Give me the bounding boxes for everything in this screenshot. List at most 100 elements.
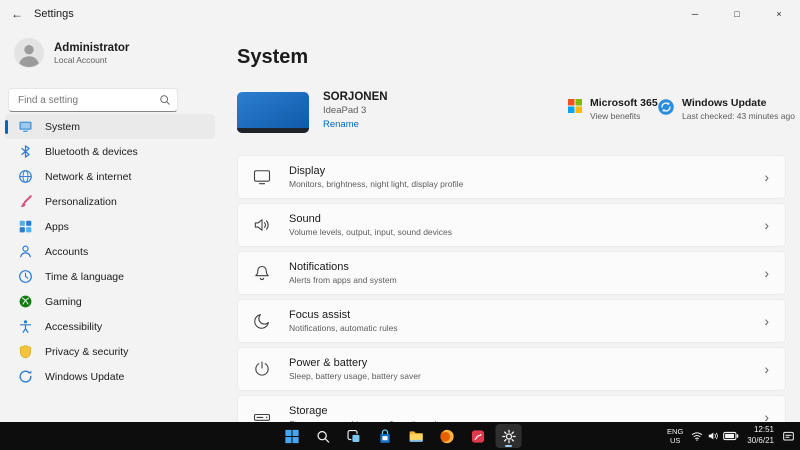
system-tray: ENG US 12:51 30/6/21 (667, 422, 795, 450)
sidebar: Administrator Local Account System Bluet… (0, 28, 225, 422)
chevron-right-icon: › (764, 217, 769, 233)
sidebar-item-label: Accounts (45, 245, 89, 258)
notification-center-button[interactable] (782, 430, 795, 443)
promo-title: Microsoft 365 (590, 97, 658, 109)
search-input[interactable] (8, 88, 178, 112)
view-benefits-link[interactable]: View benefits (590, 111, 658, 121)
sidebar-item-windows-update[interactable]: Windows Update (5, 364, 215, 389)
card-title: Display (289, 165, 326, 177)
card-focus-assist[interactable]: Focus assist Notifications, automatic ru… (237, 299, 786, 343)
language-indicator[interactable]: ENG US (667, 427, 683, 446)
sidebar-item-network-internet[interactable]: Network & internet (5, 164, 215, 189)
card-title: Sound (289, 213, 321, 225)
display-icon (252, 167, 272, 187)
sidebar-item-accessibility[interactable]: Accessibility (5, 314, 215, 339)
pinned-app-button[interactable] (465, 424, 491, 448)
device-name: SORJONEN (323, 91, 388, 103)
microsoft-logo-icon (567, 98, 583, 114)
apps-grid-icon (18, 219, 33, 234)
sidebar-item-label: Privacy & security (45, 345, 129, 358)
card-sound[interactable]: Sound Volume levels, output, input, soun… (237, 203, 786, 247)
bluetooth-icon (18, 144, 33, 159)
selection-indicator (5, 119, 8, 134)
account-header[interactable]: Administrator Local Account (14, 38, 129, 68)
sidebar-item-gaming[interactable]: Gaming (5, 289, 215, 314)
card-storage[interactable]: Storage Storage space, drives, configura… (237, 395, 786, 422)
main-content: System SORJONEN IdeaPad 3 Rename Microso… (225, 28, 800, 422)
power-icon (252, 359, 272, 379)
windows-update-badge-icon (657, 98, 675, 116)
task-view-icon (345, 428, 362, 445)
update-icon (18, 369, 33, 384)
card-display[interactable]: Display Monitors, brightness, night ligh… (237, 155, 786, 199)
avatar (14, 38, 44, 68)
file-explorer-button[interactable] (403, 424, 429, 448)
drive-icon (252, 407, 272, 422)
tray-status-button[interactable] (691, 430, 739, 442)
card-title: Focus assist (289, 309, 351, 321)
brush-icon (18, 194, 33, 209)
date-text: 30/6/21 (747, 436, 774, 445)
windows-update-promo[interactable]: Windows Update Last checked: 43 minutes … (657, 97, 795, 121)
sidebar-item-system[interactable]: System (5, 114, 215, 139)
window-controls: ─ □ × (674, 0, 800, 28)
chevron-right-icon: › (764, 169, 769, 185)
account-type: Local Account (54, 54, 107, 65)
taskbar-search-button[interactable] (310, 424, 336, 448)
wifi-icon (691, 430, 703, 442)
chevron-right-icon: › (764, 265, 769, 281)
sidebar-item-personalization[interactable]: Personalization (5, 189, 215, 214)
sidebar-item-apps[interactable]: Apps (5, 214, 215, 239)
card-subtitle: Sleep, battery usage, battery saver (289, 371, 421, 381)
maximize-button[interactable]: □ (716, 0, 758, 28)
back-button[interactable]: ← (0, 7, 34, 21)
monitor-icon (18, 119, 33, 134)
start-button[interactable] (279, 424, 305, 448)
taskbar: ENG US 12:51 30/6/21 (0, 422, 800, 450)
sidebar-item-label: Gaming (45, 295, 82, 308)
sidebar-item-label: Apps (45, 220, 69, 233)
sidebar-item-privacy-security[interactable]: Privacy & security (5, 339, 215, 364)
rename-link[interactable]: Rename (323, 119, 388, 130)
sidebar-item-label: Accessibility (45, 320, 103, 333)
sidebar-item-label: Personalization (45, 195, 117, 208)
card-notifications[interactable]: Notifications Alerts from apps and syste… (237, 251, 786, 295)
store-button[interactable] (372, 424, 398, 448)
search-box (8, 88, 178, 112)
sidebar-item-label: Windows Update (45, 370, 125, 383)
sidebar-item-accounts[interactable]: Accounts (5, 239, 215, 264)
close-button[interactable]: × (758, 0, 800, 28)
time-text: 12:51 (753, 425, 774, 435)
search-icon (314, 428, 331, 445)
sidebar-item-label: System (45, 120, 81, 133)
language-code: ENG (667, 426, 684, 436)
minimize-button[interactable]: ─ (674, 0, 716, 28)
sidebar-item-time-language[interactable]: Time & language (5, 264, 215, 289)
chevron-right-icon: › (764, 409, 769, 422)
clock[interactable]: 12:51 30/6/21 (747, 425, 774, 447)
card-title: Storage (289, 405, 328, 417)
sidebar-item-bluetooth-devices[interactable]: Bluetooth & devices (5, 139, 215, 164)
microsoft-365-promo[interactable]: Microsoft 365 View benefits (567, 97, 658, 121)
store-bag-icon (376, 428, 393, 445)
settings-taskbar-button[interactable] (495, 424, 522, 448)
sidebar-item-label: Time & language (45, 270, 124, 283)
battery-icon (723, 430, 739, 442)
windows-logo-icon (283, 428, 300, 445)
user-name: Administrator (54, 41, 130, 54)
accessibility-icon (18, 319, 33, 334)
task-view-button[interactable] (341, 424, 367, 448)
card-power-battery[interactable]: Power & battery Sleep, battery usage, ba… (237, 347, 786, 391)
chevron-right-icon: › (764, 361, 769, 377)
folder-icon (407, 428, 424, 445)
card-subtitle: Alerts from apps and system (289, 275, 397, 285)
volume-icon (707, 430, 719, 442)
card-subtitle: Notifications, automatic rules (289, 323, 398, 333)
firefox-icon (438, 428, 455, 445)
window-title: Settings (34, 8, 74, 20)
titlebar: ← Settings ─ □ × (0, 0, 800, 28)
firefox-button[interactable] (434, 424, 460, 448)
card-subtitle: Monitors, brightness, night light, displ… (289, 179, 464, 189)
red-app-icon (469, 428, 486, 445)
page-title: System (237, 46, 309, 68)
